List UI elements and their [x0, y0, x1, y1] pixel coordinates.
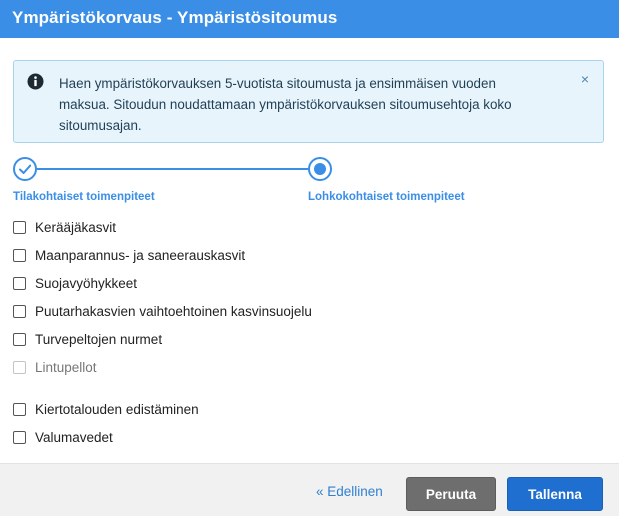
option-lintupellot: Lintupellot: [13, 356, 97, 378]
dialog-footer: « Edellinen Peruuta Tallenna: [0, 463, 619, 516]
stepper: Tilakohtaiset toimenpiteet Lohkokohtaise…: [0, 155, 619, 205]
option-maanparannus[interactable]: Maanparannus- ja saneerauskasvit: [13, 244, 245, 266]
current-dot-icon: [314, 163, 326, 175]
step-current-dot-icon[interactable]: [308, 157, 332, 181]
option-label: Turvepeltojen nurmet: [35, 331, 163, 347]
info-text: Haen ympäristökorvauksen 5-vuotista sito…: [59, 76, 512, 133]
option-suojavyohykkeet[interactable]: Suojavyöhykkeet: [13, 272, 137, 294]
step-connector: [37, 168, 309, 170]
option-turvepeltojen[interactable]: Turvepeltojen nurmet: [13, 328, 162, 350]
close-icon[interactable]: ×: [577, 71, 593, 87]
save-button[interactable]: Tallenna: [507, 477, 603, 511]
check-icon: [19, 164, 32, 174]
checkbox[interactable]: [13, 402, 26, 416]
info-icon: [27, 73, 44, 90]
option-label: Kiertotalouden edistäminen: [35, 401, 199, 417]
dialog: Ympäristökorvaus - Ympäristösitoumus Hae…: [0, 0, 619, 516]
step-label-1[interactable]: Tilakohtaiset toimenpiteet: [13, 191, 155, 203]
checkbox[interactable]: [13, 304, 26, 318]
previous-link[interactable]: « Edellinen: [316, 484, 383, 499]
step-label-2[interactable]: Lohkokohtaiset toimenpiteet: [308, 191, 465, 203]
option-label: Lintupellot: [35, 359, 97, 375]
checkbox[interactable]: [13, 248, 26, 262]
dialog-title: Ympäristökorvaus - Ympäristösitoumus: [0, 0, 619, 38]
step-completed-check-icon[interactable]: [13, 157, 37, 181]
checkbox-disabled: [13, 360, 26, 374]
checkbox[interactable]: [13, 220, 26, 234]
checkbox[interactable]: [13, 430, 26, 444]
option-kiertotalouden[interactable]: Kiertotalouden edistäminen: [13, 398, 199, 420]
checkbox[interactable]: [13, 276, 26, 290]
option-valumavedet[interactable]: Valumavedet: [13, 426, 113, 448]
cancel-button[interactable]: Peruuta: [406, 477, 496, 511]
option-label: Valumavedet: [35, 429, 113, 445]
option-label: Puutarhakasvien vaihtoehtoinen kasvinsuo…: [35, 303, 312, 319]
option-puutarhakasvien[interactable]: Puutarhakasvien vaihtoehtoinen kasvinsuo…: [13, 300, 312, 322]
option-label: Kerääjäkasvit: [35, 219, 117, 235]
checkbox[interactable]: [13, 332, 26, 346]
option-keraajakasvit[interactable]: Kerääjäkasvit: [13, 216, 116, 238]
info-banner: Haen ympäristökorvauksen 5-vuotista sito…: [13, 60, 604, 143]
option-label: Suojavyöhykkeet: [35, 275, 138, 291]
option-label: Maanparannus- ja saneerauskasvit: [35, 247, 246, 263]
